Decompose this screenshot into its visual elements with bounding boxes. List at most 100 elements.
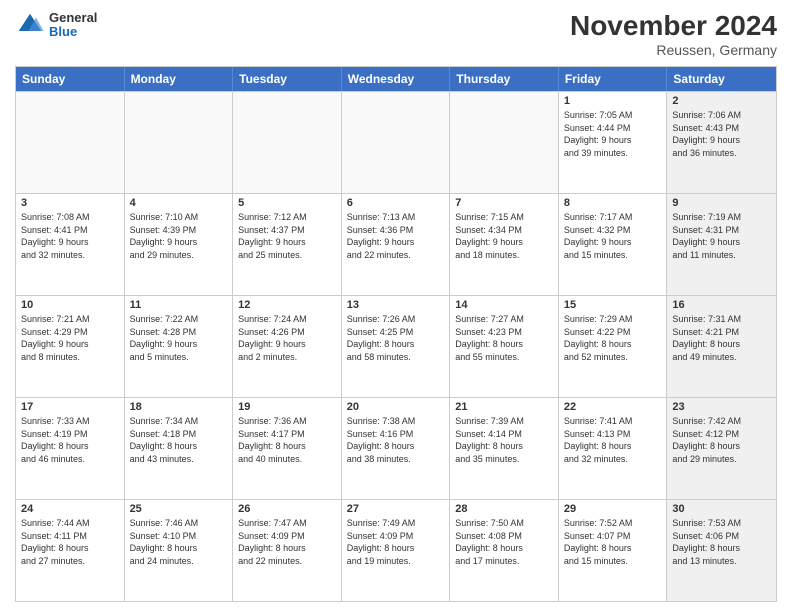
logo-icon xyxy=(15,10,45,40)
calendar-cell: 18 Sunrise: 7:34 AM Sunset: 4:18 PM Dayli… xyxy=(125,398,234,499)
calendar-cell xyxy=(450,92,559,193)
calendar-cell: 29 Sunrise: 7:52 AM Sunset: 4:07 PM Dayli… xyxy=(559,500,668,601)
calendar-cell: 5 Sunrise: 7:12 AM Sunset: 4:37 PM Daylig… xyxy=(233,194,342,295)
logo: General Blue xyxy=(15,10,97,40)
logo-blue: Blue xyxy=(49,25,97,39)
logo-general: General xyxy=(49,11,97,25)
calendar-cell: 2 Sunrise: 7:06 AM Sunset: 4:43 PM Daylig… xyxy=(667,92,776,193)
calendar-cell: 13Sunrise: 7:26 AM Sunset: 4:25 PM Dayli… xyxy=(342,296,451,397)
calendar-header-cell: Tuesday xyxy=(233,67,342,91)
day-info: Sunrise: 7:27 AM Sunset: 4:23 PM Dayligh… xyxy=(455,313,553,363)
calendar-cell xyxy=(16,92,125,193)
calendar-cell: 23 Sunrise: 7:42 AM Sunset: 4:12 PM Dayli… xyxy=(667,398,776,499)
calendar-body: 1Sunrise: 7:05 AM Sunset: 4:44 PM Daylig… xyxy=(16,91,776,601)
day-number: 12 xyxy=(238,299,336,311)
calendar-cell: 12Sunrise: 7:24 AM Sunset: 4:26 PM Dayli… xyxy=(233,296,342,397)
day-info: Sunrise: 7:08 AM Sunset: 4:41 PM Dayligh… xyxy=(21,211,119,261)
month-year: November 2024 xyxy=(570,10,777,42)
day-number: 20 xyxy=(347,401,445,413)
day-number: 18 xyxy=(130,401,228,413)
day-number: 14 xyxy=(455,299,553,311)
calendar-cell: 6Sunrise: 7:13 AM Sunset: 4:36 PM Daylig… xyxy=(342,194,451,295)
day-number: 8 xyxy=(564,197,662,209)
day-info: Sunrise: 7:22 AM Sunset: 4:28 PM Dayligh… xyxy=(130,313,228,363)
calendar: SundayMondayTuesdayWednesdayThursdayFrid… xyxy=(15,66,777,602)
calendar-cell: 25 Sunrise: 7:46 AM Sunset: 4:10 PM Dayli… xyxy=(125,500,234,601)
calendar-header-cell: Wednesday xyxy=(342,67,451,91)
day-number: 21 xyxy=(455,401,553,413)
page: General Blue November 2024 Reussen, Germ… xyxy=(0,0,792,612)
day-number: 26 xyxy=(238,503,336,515)
day-info: Sunrise: 7:21 AM Sunset: 4:29 PM Dayligh… xyxy=(21,313,119,363)
day-number: 28 xyxy=(455,503,553,515)
day-info: Sunrise: 7:47 AM Sunset: 4:09 PM Dayligh… xyxy=(238,517,336,567)
day-info: Sunrise: 7:42 AM Sunset: 4:12 PM Dayligh… xyxy=(672,415,771,465)
calendar-cell: 28 Sunrise: 7:50 AM Sunset: 4:08 PM Dayli… xyxy=(450,500,559,601)
location: Reussen, Germany xyxy=(570,42,777,58)
day-info: Sunrise: 7:44 AM Sunset: 4:11 PM Dayligh… xyxy=(21,517,119,567)
calendar-cell xyxy=(342,92,451,193)
calendar-cell: 15 Sunrise: 7:29 AM Sunset: 4:22 PM Dayli… xyxy=(559,296,668,397)
day-info: Sunrise: 7:06 AM Sunset: 4:43 PM Dayligh… xyxy=(672,109,771,159)
calendar-cell: 14 Sunrise: 7:27 AM Sunset: 4:23 PM Dayli… xyxy=(450,296,559,397)
day-number: 10 xyxy=(21,299,119,311)
day-number: 15 xyxy=(564,299,662,311)
day-number: 2 xyxy=(672,95,771,107)
day-number: 5 xyxy=(238,197,336,209)
day-number: 16 xyxy=(672,299,771,311)
calendar-cell: 8 Sunrise: 7:17 AM Sunset: 4:32 PM Daylig… xyxy=(559,194,668,295)
day-number: 6 xyxy=(347,197,445,209)
day-info: Sunrise: 7:46 AM Sunset: 4:10 PM Dayligh… xyxy=(130,517,228,567)
calendar-cell: 1Sunrise: 7:05 AM Sunset: 4:44 PM Daylig… xyxy=(559,92,668,193)
logo-text: General Blue xyxy=(49,11,97,40)
day-info: Sunrise: 7:50 AM Sunset: 4:08 PM Dayligh… xyxy=(455,517,553,567)
day-number: 19 xyxy=(238,401,336,413)
calendar-cell: 10 Sunrise: 7:21 AM Sunset: 4:29 PM Dayli… xyxy=(16,296,125,397)
day-info: Sunrise: 7:39 AM Sunset: 4:14 PM Dayligh… xyxy=(455,415,553,465)
day-number: 13 xyxy=(347,299,445,311)
calendar-row: 24 Sunrise: 7:44 AM Sunset: 4:11 PM Dayli… xyxy=(16,499,776,601)
calendar-cell: 20 Sunrise: 7:38 AM Sunset: 4:16 PM Dayli… xyxy=(342,398,451,499)
day-number: 23 xyxy=(672,401,771,413)
calendar-cell: 24 Sunrise: 7:44 AM Sunset: 4:11 PM Dayli… xyxy=(16,500,125,601)
day-info: Sunrise: 7:34 AM Sunset: 4:18 PM Dayligh… xyxy=(130,415,228,465)
day-number: 9 xyxy=(672,197,771,209)
calendar-cell: 21 Sunrise: 7:39 AM Sunset: 4:14 PM Dayli… xyxy=(450,398,559,499)
day-info: Sunrise: 7:29 AM Sunset: 4:22 PM Dayligh… xyxy=(564,313,662,363)
day-info: Sunrise: 7:05 AM Sunset: 4:44 PM Dayligh… xyxy=(564,109,662,159)
calendar-cell: 16Sunrise: 7:31 AM Sunset: 4:21 PM Dayli… xyxy=(667,296,776,397)
calendar-header-cell: Monday xyxy=(125,67,234,91)
calendar-cell xyxy=(233,92,342,193)
day-info: Sunrise: 7:33 AM Sunset: 4:19 PM Dayligh… xyxy=(21,415,119,465)
calendar-row: 10 Sunrise: 7:21 AM Sunset: 4:29 PM Dayli… xyxy=(16,295,776,397)
day-info: Sunrise: 7:41 AM Sunset: 4:13 PM Dayligh… xyxy=(564,415,662,465)
day-number: 29 xyxy=(564,503,662,515)
calendar-cell xyxy=(125,92,234,193)
day-number: 17 xyxy=(21,401,119,413)
day-info: Sunrise: 7:38 AM Sunset: 4:16 PM Dayligh… xyxy=(347,415,445,465)
day-info: Sunrise: 7:52 AM Sunset: 4:07 PM Dayligh… xyxy=(564,517,662,567)
day-number: 7 xyxy=(455,197,553,209)
day-number: 22 xyxy=(564,401,662,413)
day-info: Sunrise: 7:17 AM Sunset: 4:32 PM Dayligh… xyxy=(564,211,662,261)
calendar-header: SundayMondayTuesdayWednesdayThursdayFrid… xyxy=(16,67,776,91)
calendar-cell: 4Sunrise: 7:10 AM Sunset: 4:39 PM Daylig… xyxy=(125,194,234,295)
day-number: 25 xyxy=(130,503,228,515)
calendar-header-cell: Thursday xyxy=(450,67,559,91)
day-info: Sunrise: 7:19 AM Sunset: 4:31 PM Dayligh… xyxy=(672,211,771,261)
calendar-cell: 30 Sunrise: 7:53 AM Sunset: 4:06 PM Dayli… xyxy=(667,500,776,601)
calendar-cell: 11Sunrise: 7:22 AM Sunset: 4:28 PM Dayli… xyxy=(125,296,234,397)
day-info: Sunrise: 7:15 AM Sunset: 4:34 PM Dayligh… xyxy=(455,211,553,261)
calendar-cell: 19 Sunrise: 7:36 AM Sunset: 4:17 PM Dayli… xyxy=(233,398,342,499)
calendar-cell: 9 Sunrise: 7:19 AM Sunset: 4:31 PM Daylig… xyxy=(667,194,776,295)
day-info: Sunrise: 7:12 AM Sunset: 4:37 PM Dayligh… xyxy=(238,211,336,261)
day-info: Sunrise: 7:53 AM Sunset: 4:06 PM Dayligh… xyxy=(672,517,771,567)
day-info: Sunrise: 7:36 AM Sunset: 4:17 PM Dayligh… xyxy=(238,415,336,465)
calendar-header-cell: Friday xyxy=(559,67,668,91)
day-number: 30 xyxy=(672,503,771,515)
day-number: 24 xyxy=(21,503,119,515)
day-number: 4 xyxy=(130,197,228,209)
day-number: 27 xyxy=(347,503,445,515)
calendar-cell: 3Sunrise: 7:08 AM Sunset: 4:41 PM Daylig… xyxy=(16,194,125,295)
calendar-cell: 27Sunrise: 7:49 AM Sunset: 4:09 PM Dayli… xyxy=(342,500,451,601)
